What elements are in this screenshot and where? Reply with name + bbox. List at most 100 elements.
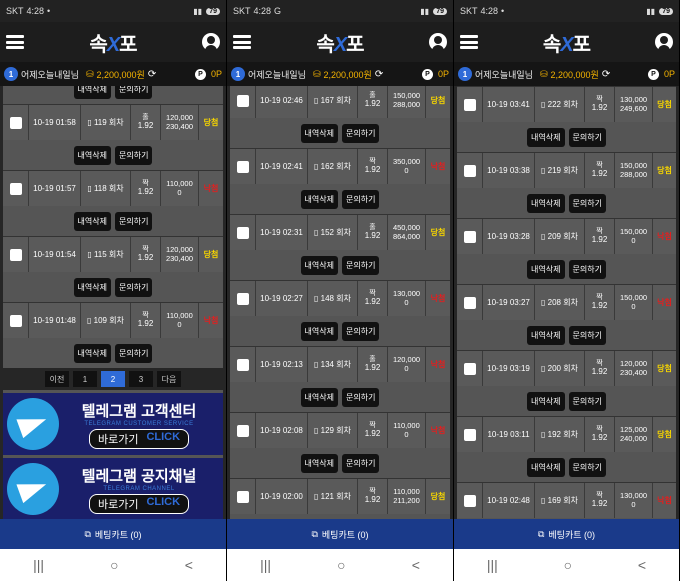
delete-button[interactable]: 내역삭제 bbox=[300, 321, 338, 341]
inquiry-button[interactable]: 문의하기 bbox=[115, 277, 153, 297]
signal-icon: ▮▮ bbox=[420, 6, 430, 16]
delete-button[interactable]: 내역삭제 bbox=[527, 193, 565, 213]
back-icon[interactable]: < bbox=[638, 557, 646, 573]
page-3-button[interactable]: 3 bbox=[129, 371, 153, 387]
page-next-button[interactable]: 다음 bbox=[157, 371, 181, 387]
delete-button[interactable]: 내역삭제 bbox=[527, 127, 565, 147]
row-checkbox[interactable] bbox=[236, 490, 249, 503]
odds: 1.92 bbox=[137, 252, 154, 262]
inquiry-button[interactable]: 문의하기 bbox=[342, 255, 380, 275]
user-icon[interactable] bbox=[202, 33, 220, 51]
level-badge: 1 bbox=[458, 67, 472, 81]
row-checkbox[interactable] bbox=[463, 230, 476, 243]
user-icon[interactable] bbox=[655, 33, 673, 51]
row-checkbox[interactable] bbox=[236, 424, 249, 437]
recent-apps-icon[interactable]: ||| bbox=[487, 557, 498, 573]
page-2-button[interactable]: 2 bbox=[101, 371, 125, 387]
inquiry-button[interactable]: 문의하기 bbox=[342, 123, 380, 143]
row-checkbox[interactable] bbox=[463, 164, 476, 177]
row-checkbox-cell bbox=[230, 86, 256, 118]
menu-icon[interactable] bbox=[233, 35, 251, 49]
inquiry-button[interactable]: 문의하기 bbox=[115, 145, 153, 165]
inquiry-button[interactable]: 문의하기 bbox=[568, 391, 606, 411]
delete-button[interactable]: 내역삭제 bbox=[300, 453, 338, 473]
page-1-button[interactable]: 1 bbox=[73, 371, 97, 387]
inquiry-button[interactable]: 문의하기 bbox=[342, 453, 380, 473]
home-icon[interactable]: ○ bbox=[110, 557, 118, 573]
inquiry-button[interactable]: 문의하기 bbox=[568, 457, 606, 477]
refresh-icon[interactable]: ⟳ bbox=[602, 69, 610, 80]
inquiry-button[interactable]: 문의하기 bbox=[568, 325, 606, 345]
delete-button[interactable]: 내역삭제 bbox=[73, 145, 111, 165]
row-checkbox[interactable] bbox=[463, 362, 476, 375]
row-checkbox[interactable] bbox=[463, 296, 476, 309]
bet-cart-button[interactable]: ⧉ 베팅카트 (0) bbox=[454, 519, 679, 549]
refresh-icon[interactable]: ⟳ bbox=[148, 69, 156, 80]
delete-button[interactable]: 내역삭제 bbox=[527, 457, 565, 477]
inquiry-button[interactable]: 문의하기 bbox=[115, 86, 153, 99]
delete-button[interactable]: 내역삭제 bbox=[527, 391, 565, 411]
inquiry-button[interactable]: 문의하기 bbox=[115, 211, 153, 231]
row-checkbox[interactable] bbox=[463, 98, 476, 111]
bet-amounts: 110,000 0 bbox=[388, 413, 426, 448]
delete-button[interactable]: 내역삭제 bbox=[300, 387, 338, 407]
inquiry-button[interactable]: 문의하기 bbox=[568, 193, 606, 213]
home-icon[interactable]: ○ bbox=[337, 557, 345, 573]
go-button[interactable]: 바로가기 CLICK bbox=[88, 493, 190, 514]
inquiry-button[interactable]: 문의하기 bbox=[568, 259, 606, 279]
bet-time: 10-19 02:27 bbox=[256, 281, 308, 316]
row-checkbox[interactable] bbox=[463, 428, 476, 441]
bet-result: 당첨 bbox=[657, 364, 672, 373]
inquiry-button[interactable]: 문의하기 bbox=[342, 321, 380, 341]
recent-apps-icon[interactable]: ||| bbox=[260, 557, 271, 573]
delete-button[interactable]: 내역삭제 bbox=[73, 277, 111, 297]
delete-button[interactable]: 내역삭제 bbox=[300, 255, 338, 275]
home-icon[interactable]: ○ bbox=[564, 557, 572, 573]
go-button[interactable]: 바로가기 CLICK bbox=[88, 428, 190, 449]
round-icon: ▯ bbox=[87, 118, 94, 127]
bet-cart-button[interactable]: ⧉ 베팅카트 (0) bbox=[0, 519, 226, 549]
back-icon[interactable]: < bbox=[185, 557, 193, 573]
telegram-channel-banner[interactable]: 텔레그램 공지채널 TELEGRAM CHANNEL 바로가기 CLICK bbox=[3, 458, 223, 519]
bet-row: 10-19 03:27 ▯ 208 회차 짝 1.92 150,000 0 낙첨 bbox=[457, 284, 676, 320]
delete-button[interactable]: 내역삭제 bbox=[73, 211, 111, 231]
delete-button[interactable]: 내역삭제 bbox=[73, 343, 111, 363]
bet-row: 10-19 01:57 ▯ 118 회차 짝 1.92 110,000 0 낙첨 bbox=[3, 170, 223, 206]
delete-button[interactable]: 내역삭제 bbox=[300, 189, 338, 209]
inquiry-button[interactable]: 문의하기 bbox=[342, 189, 380, 209]
bet-pick: 짝 1.92 bbox=[358, 479, 388, 514]
row-checkbox[interactable] bbox=[236, 358, 249, 371]
row-checkbox[interactable] bbox=[9, 182, 22, 195]
row-checkbox[interactable] bbox=[9, 116, 22, 129]
row-checkbox[interactable] bbox=[236, 94, 249, 107]
row-checkbox[interactable] bbox=[9, 314, 22, 327]
delete-button[interactable]: 내역삭제 bbox=[527, 325, 565, 345]
inquiry-button[interactable]: 문의하기 bbox=[115, 343, 153, 363]
row-checkbox[interactable] bbox=[463, 494, 476, 507]
row-checkbox[interactable] bbox=[236, 160, 249, 173]
bet-cart-button[interactable]: ⧉ 베팅카트 (0) bbox=[227, 519, 453, 549]
telegram-support-banner[interactable]: 텔레그램 고객센터 TELEGRAM CUSTOMER SERVICE 바로가기… bbox=[3, 393, 223, 455]
inquiry-button[interactable]: 문의하기 bbox=[342, 387, 380, 407]
back-icon[interactable]: < bbox=[412, 557, 420, 573]
bet-round: ▯ 222 회차 bbox=[535, 87, 585, 122]
bet-time: 10-19 03:41 bbox=[483, 87, 535, 122]
row-checkbox[interactable] bbox=[9, 248, 22, 261]
delete-button[interactable]: 내역삭제 bbox=[527, 259, 565, 279]
app-logo[interactable]: 속X포 bbox=[89, 28, 137, 57]
menu-icon[interactable] bbox=[460, 35, 478, 49]
row-checkbox[interactable] bbox=[236, 292, 249, 305]
row-checkbox[interactable] bbox=[236, 226, 249, 239]
delete-button[interactable]: 내역삭제 bbox=[73, 86, 111, 99]
delete-button[interactable]: 내역삭제 bbox=[300, 123, 338, 143]
menu-icon[interactable] bbox=[6, 35, 24, 49]
page-prev-button[interactable]: 이전 bbox=[45, 371, 69, 387]
inquiry-button[interactable]: 문의하기 bbox=[568, 127, 606, 147]
app-logo[interactable]: 속X포 bbox=[316, 28, 364, 57]
recent-apps-icon[interactable]: ||| bbox=[33, 557, 44, 573]
app-logo[interactable]: 속X포 bbox=[543, 28, 591, 57]
user-icon[interactable] bbox=[429, 33, 447, 51]
refresh-icon[interactable]: ⟳ bbox=[375, 69, 383, 80]
action-row: 내역삭제문의하기 bbox=[457, 254, 676, 284]
action-row: 내역삭제문의하기 bbox=[457, 188, 676, 218]
